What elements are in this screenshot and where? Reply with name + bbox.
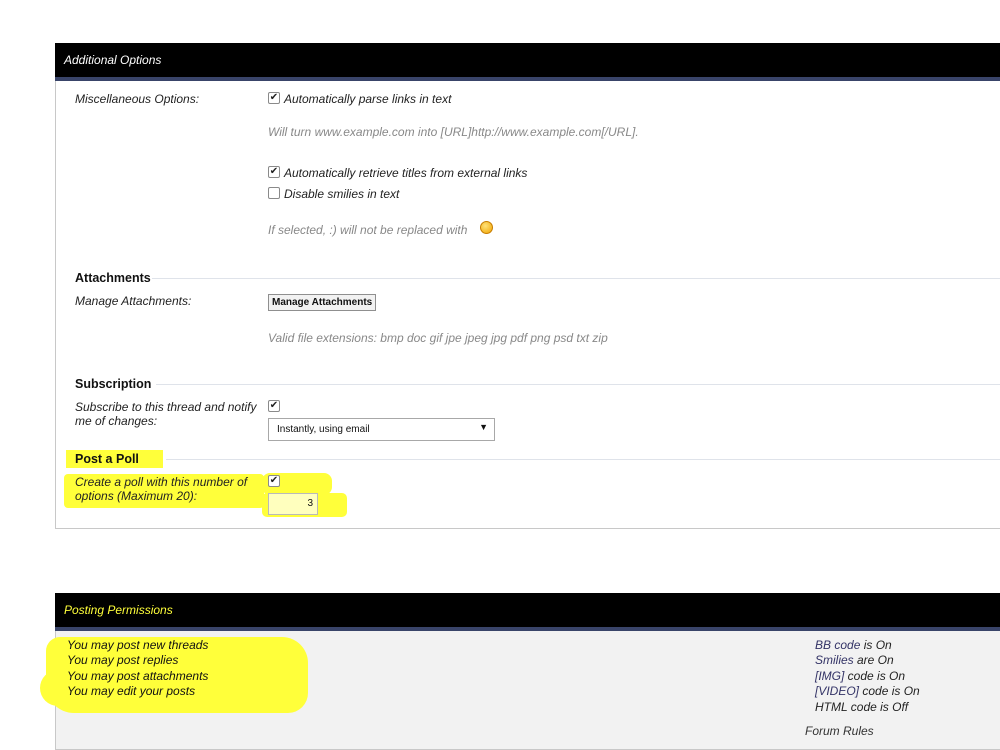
additional-options-header: Additional Options xyxy=(55,43,1000,81)
html-code-status: HTML code is Off xyxy=(815,700,909,714)
img-code-state: code is On xyxy=(844,669,906,683)
retrieve-titles-checkbox[interactable]: ✔ xyxy=(268,166,280,178)
attachments-heading: Attachments xyxy=(75,271,151,285)
poll-divider xyxy=(166,459,1000,460)
posting-permissions-header: Posting Permissions xyxy=(55,593,1000,631)
smilies-status: Smilies are On xyxy=(815,653,894,669)
subscribe-checkbox[interactable]: ✔ xyxy=(268,400,280,412)
poll-options-count-value: 3 xyxy=(307,498,313,509)
forum-rules-link[interactable]: Forum Rules xyxy=(805,724,874,740)
disable-smilies-label: Disable smilies in text xyxy=(284,187,400,201)
additional-options-title: Additional Options xyxy=(64,53,162,67)
perm-edit-posts: You may edit your posts xyxy=(67,684,196,698)
poll-options-label: Create a poll with this number of option… xyxy=(75,475,248,503)
parse-links-checkbox[interactable]: ✔ xyxy=(268,92,280,104)
smilies-link[interactable]: Smilies xyxy=(815,653,854,667)
valid-extensions-hint: Valid file extensions: bmp doc gif jpe j… xyxy=(268,331,608,345)
parse-links-hint: Will turn www.example.com into [URL]http… xyxy=(268,125,639,139)
disable-smilies-checkbox[interactable] xyxy=(268,187,280,199)
subscription-mode-select[interactable]: Instantly, using email ▼ xyxy=(268,418,495,441)
dropdown-arrow-icon: ▼ xyxy=(479,422,488,432)
poll-checkbox[interactable]: ✔ xyxy=(268,475,280,487)
video-code-status: [VIDEO] code is On xyxy=(815,684,920,700)
smilies-hint: If selected, :) will not be replaced wit… xyxy=(268,223,468,237)
additional-options-panel xyxy=(55,43,1000,529)
bb-code-status: BB code is On xyxy=(815,638,892,654)
smiley-icon xyxy=(480,221,493,234)
perm-attachments: You may post attachments xyxy=(67,669,209,683)
img-code-link[interactable]: [IMG] xyxy=(815,669,844,683)
subscription-heading: Subscription xyxy=(75,377,152,391)
subscription-divider xyxy=(156,384,1000,385)
video-code-link[interactable]: [VIDEO] xyxy=(815,684,859,698)
smilies-state: are On xyxy=(853,653,894,667)
perm-replies: You may post replies xyxy=(67,653,179,667)
bb-code-state: is On xyxy=(860,638,892,652)
bb-code-link[interactable]: BB code xyxy=(815,638,860,652)
manage-attachments-label: Manage Attachments: xyxy=(75,294,192,308)
retrieve-titles-label: Automatically retrieve titles from exter… xyxy=(284,166,528,180)
img-code-status: [IMG] code is On xyxy=(815,669,905,685)
misc-options-label: Miscellaneous Options: xyxy=(75,92,200,106)
manage-attachments-button[interactable]: Manage Attachments xyxy=(268,294,377,311)
subscription-mode-value: Instantly, using email xyxy=(277,424,370,435)
subscribe-label: Subscribe to this thread and notify me o… xyxy=(75,400,257,428)
poll-heading: Post a Poll xyxy=(75,452,139,466)
posting-permissions-title: Posting Permissions xyxy=(64,603,173,617)
video-code-state: code is On xyxy=(859,684,920,698)
poll-options-count-input[interactable]: 3 xyxy=(268,493,318,515)
attachments-divider xyxy=(152,278,1000,279)
perm-new-threads: You may post new threads xyxy=(67,638,209,652)
parse-links-label: Automatically parse links in text xyxy=(284,92,452,106)
